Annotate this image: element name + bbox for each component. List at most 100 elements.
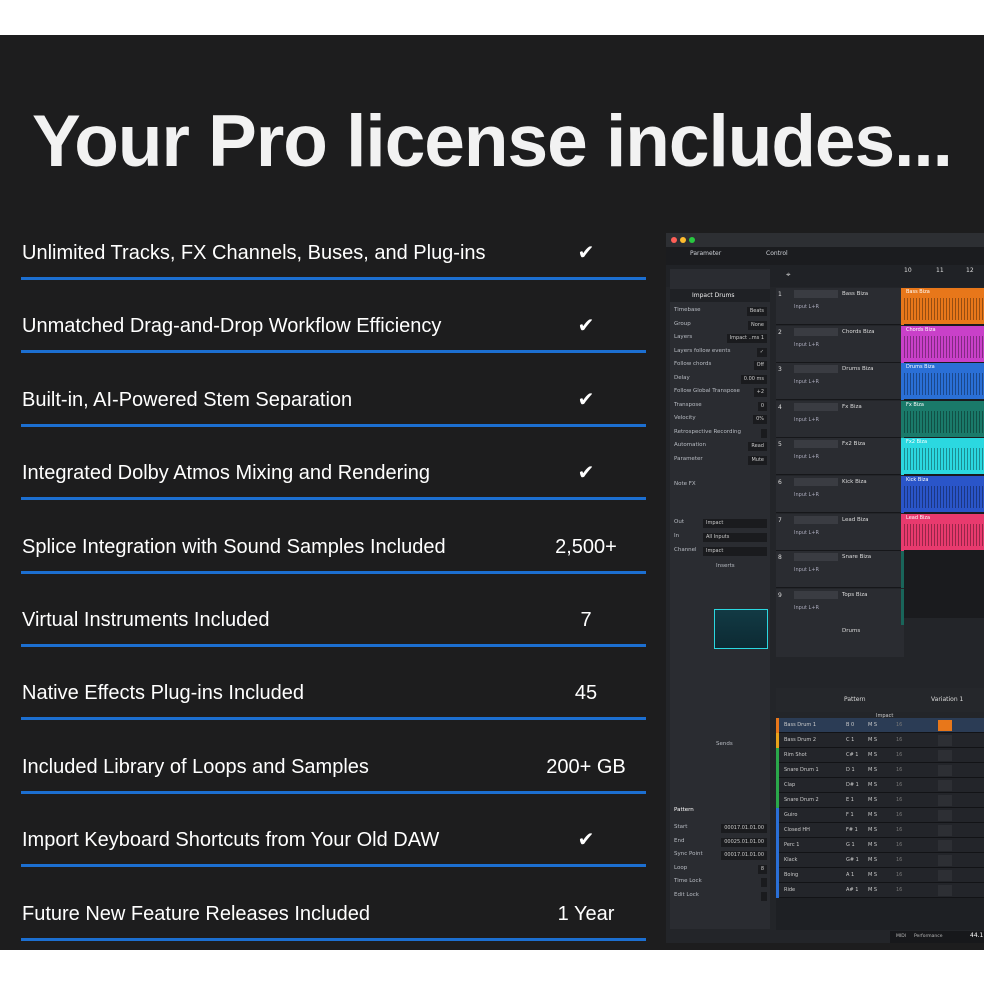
- pattern-prop-value[interactable]: 8: [757, 864, 767, 874]
- step-cell[interactable]: [938, 870, 952, 881]
- pattern-row[interactable]: Rim Shot C# 1 M S 16: [776, 748, 984, 763]
- track-header[interactable]: 2 Chords Biza Input L+R: [776, 325, 904, 363]
- audio-clip[interactable]: Chords Biza: [904, 325, 984, 362]
- mute-solo[interactable]: M S: [868, 722, 877, 728]
- track-input[interactable]: Input L+R: [794, 379, 819, 385]
- mute-solo[interactable]: M S: [868, 767, 877, 773]
- mute-solo[interactable]: M S: [868, 737, 877, 743]
- track-input[interactable]: Input L+R: [794, 567, 819, 573]
- track-buttons[interactable]: [794, 327, 838, 336]
- pattern-prop-value[interactable]: [761, 891, 767, 901]
- inspector-row-value[interactable]: Off: [753, 361, 767, 370]
- pattern-prop-value[interactable]: 00017.01.01.00: [721, 824, 767, 833]
- track-input[interactable]: Input L+R: [794, 304, 819, 310]
- pattern-prop-value[interactable]: 00025.01.01.00: [721, 837, 767, 847]
- track-header[interactable]: 3 Drums Biza Input L+R: [776, 363, 904, 401]
- inspector-row-value[interactable]: Mute: [748, 455, 767, 465]
- pattern-row[interactable]: Ride A# 1 M S 16: [776, 883, 984, 898]
- step-cell[interactable]: [938, 795, 952, 806]
- track-header[interactable]: 4 Fx Biza Input L+R: [776, 400, 904, 438]
- audio-clip[interactable]: Bass Biza: [904, 288, 984, 324]
- inspector-row-value[interactable]: 0: [757, 401, 767, 411]
- step-cell[interactable]: [938, 840, 952, 851]
- pattern-row[interactable]: Guiro F 1 M S 16: [776, 808, 984, 823]
- pattern-row[interactable]: Bass Drum 2 C 1 M S 16: [776, 733, 984, 748]
- pattern-row[interactable]: Clap D# 1 M S 16: [776, 778, 984, 793]
- track-buttons[interactable]: [794, 590, 838, 599]
- step-cell[interactable]: [938, 885, 952, 896]
- track-buttons[interactable]: [794, 440, 838, 449]
- mute-solo[interactable]: M S: [868, 782, 877, 788]
- inspector-row-value[interactable]: ✓: [756, 347, 767, 357]
- track-input[interactable]: Input L+R: [794, 605, 819, 611]
- track-header[interactable]: 1 Bass Biza Input L+R: [776, 288, 904, 325]
- step-cell[interactable]: [938, 735, 952, 746]
- mute-solo[interactable]: M S: [868, 812, 877, 818]
- step-cell[interactable]: [938, 720, 952, 731]
- mute-solo[interactable]: M S: [868, 797, 877, 803]
- pattern-prop-value[interactable]: 00017.01.01.00: [721, 851, 767, 860]
- mute-solo[interactable]: M S: [868, 827, 877, 833]
- folder-track[interactable]: Drums: [776, 625, 904, 657]
- track-buttons[interactable]: [794, 290, 838, 298]
- pattern-row[interactable]: Klack G# 1 M S 16: [776, 853, 984, 868]
- step-count: 16: [896, 767, 903, 773]
- step-cell[interactable]: [938, 825, 952, 836]
- track-buttons[interactable]: [794, 478, 838, 486]
- midi-label: MIDI: [896, 934, 907, 939]
- pattern-row[interactable]: Bass Drum 1 B 0 M S 16: [776, 718, 984, 733]
- pattern-row[interactable]: Snare Drum 2 E 1 M S 16: [776, 793, 984, 808]
- track-buttons[interactable]: [794, 515, 838, 524]
- audio-clip[interactable]: Kick Biza: [904, 476, 984, 512]
- track-list: 1 Bass Biza Input L+R 2 Chords Biza Inpu…: [776, 288, 904, 626]
- audio-clip[interactable]: Fx Biza: [904, 400, 984, 437]
- track-input[interactable]: Input L+R: [794, 342, 819, 348]
- mute-solo[interactable]: M S: [868, 887, 877, 893]
- track-input[interactable]: Input L+R: [794, 492, 819, 498]
- inspector-row-value[interactable]: +2: [753, 388, 767, 397]
- track-buttons[interactable]: [794, 553, 838, 562]
- step-cell[interactable]: [938, 780, 952, 791]
- track-header[interactable]: 7 Lead Biza Input L+R: [776, 513, 904, 551]
- track-input[interactable]: Input L+R: [794, 417, 819, 423]
- step-cell[interactable]: [938, 765, 952, 776]
- audio-clip[interactable]: Drums Biza: [904, 363, 984, 400]
- track-header[interactable]: 9 Tops Biza Input L+R: [776, 588, 904, 626]
- inspector-row-value[interactable]: 0.00 ms: [740, 374, 767, 384]
- channel-select[interactable]: Impact: [703, 547, 767, 556]
- track-input[interactable]: Input L+R: [794, 530, 819, 536]
- pattern-row[interactable]: Closed HH F# 1 M S 16: [776, 823, 984, 838]
- track-header[interactable]: 8 Snare Biza Input L+R: [776, 551, 904, 589]
- maximize-icon[interactable]: [689, 237, 695, 243]
- audio-clip[interactable]: Fx2 Biza: [904, 438, 984, 475]
- track-input[interactable]: Input L+R: [794, 454, 819, 460]
- step-cell[interactable]: [938, 855, 952, 866]
- pattern-row[interactable]: Snare Drum 1 D 1 M S 16: [776, 763, 984, 778]
- in-select[interactable]: All Inputs: [703, 533, 767, 542]
- inspector-row-value[interactable]: Read: [748, 442, 767, 451]
- inspector-row-value[interactable]: 0%: [753, 415, 767, 424]
- variation-select[interactable]: Variation 1: [931, 696, 963, 703]
- minimize-icon[interactable]: [680, 237, 686, 243]
- mute-solo[interactable]: M S: [868, 842, 877, 848]
- mute-solo[interactable]: M S: [868, 752, 877, 758]
- close-icon[interactable]: [671, 237, 677, 243]
- inspector-row-value[interactable]: Impact ..ms 1: [726, 334, 767, 343]
- step-cell[interactable]: [938, 750, 952, 761]
- mute-solo[interactable]: M S: [868, 857, 877, 863]
- inspector-row-value[interactable]: Beats: [746, 307, 767, 316]
- audio-clip[interactable]: Lead Biza: [904, 513, 984, 550]
- track-buttons[interactable]: [794, 402, 838, 411]
- pattern-prop-value[interactable]: [761, 878, 767, 887]
- track-header[interactable]: 5 Fx2 Biza Input L+R: [776, 438, 904, 476]
- mute-solo[interactable]: M S: [868, 872, 877, 878]
- inspector-row-value[interactable]: [761, 428, 767, 438]
- step-cell[interactable]: [938, 810, 952, 821]
- tool-icon[interactable]: ⌖: [786, 270, 791, 280]
- pattern-row[interactable]: Boing A 1 M S 16: [776, 868, 984, 883]
- track-buttons[interactable]: [794, 365, 838, 374]
- pattern-row[interactable]: Perc 1 G 1 M S 16: [776, 838, 984, 853]
- track-header[interactable]: 6 Kick Biza Input L+R: [776, 476, 904, 513]
- inspector-row-value[interactable]: None: [747, 320, 767, 330]
- out-select[interactable]: Impact: [703, 519, 767, 528]
